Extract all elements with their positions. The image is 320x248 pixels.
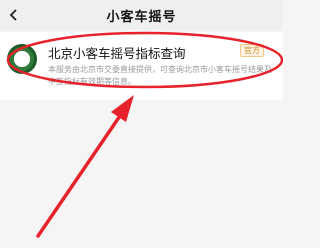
service-name[interactable]: 北京小客车摇号指标查询 <box>48 43 186 62</box>
pointer-arrow-shaft <box>36 108 126 238</box>
top-bar: 小客车摇号 <box>0 0 283 30</box>
beijing-traffic-emblem-icon <box>7 44 37 74</box>
service-description: 本服务由北京市交委直接提供，可查询北京市小客车摇号结果及中签指标有效期等信息。 <box>48 65 272 86</box>
search-result-card[interactable]: 北京小客车摇号指标查询 官方 本服务由北京市交委直接提供，可查询北京市小客车摇号… <box>0 32 283 100</box>
page-title: 小客车摇号 <box>106 9 177 25</box>
chevron-left-icon[interactable] <box>7 8 21 22</box>
official-badge: 官方 <box>240 44 264 57</box>
